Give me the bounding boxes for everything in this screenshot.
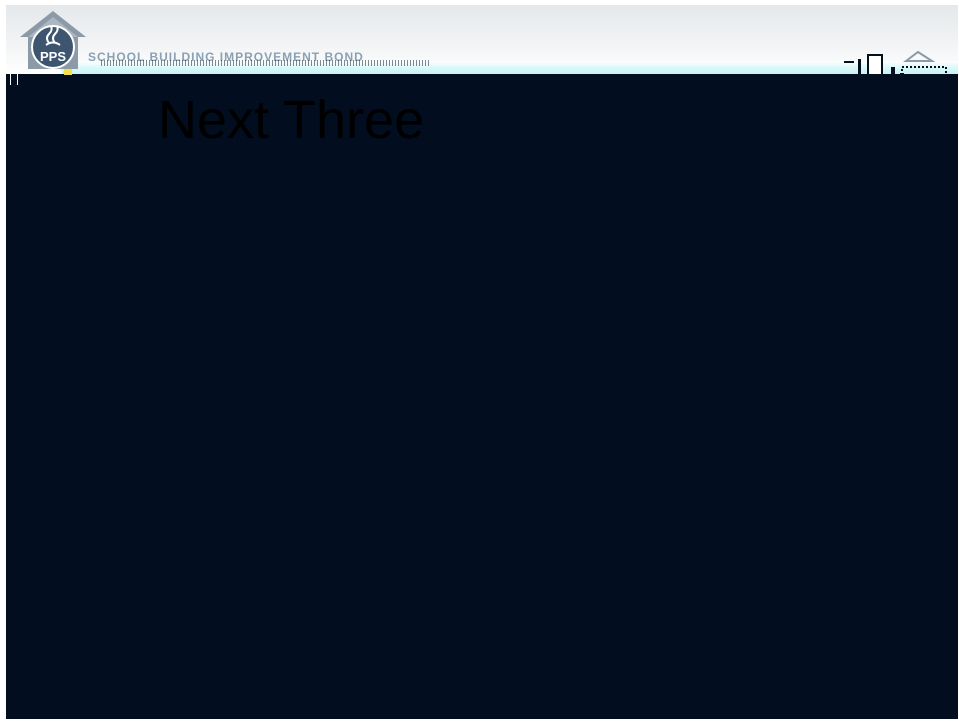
slide-heading: Next Three	[158, 90, 425, 150]
pps-logo-icon: PPS	[20, 11, 86, 75]
title-noise	[101, 60, 431, 66]
schoolhouse-icon	[844, 50, 947, 79]
left-tick	[10, 73, 18, 85]
logo-text: PPS	[40, 49, 66, 64]
slide: PPS SCHOOL BUILDING IMPROVEMENT BOND Nex…	[6, 5, 958, 719]
